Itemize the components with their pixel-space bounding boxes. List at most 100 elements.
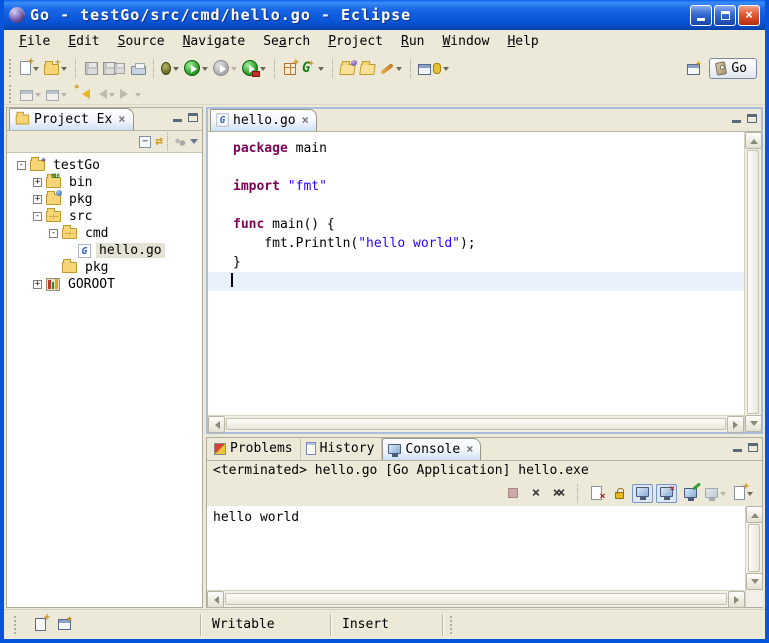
show-stdout-toggle[interactable] bbox=[632, 484, 653, 503]
tree-node-testgo[interactable]: - ◈ testGo bbox=[11, 157, 202, 174]
menu-run[interactable]: Run bbox=[392, 32, 433, 51]
expander-icon[interactable]: + bbox=[33, 195, 42, 204]
view-menu-icon[interactable] bbox=[190, 139, 198, 148]
minimize-view-icon[interactable] bbox=[173, 119, 182, 122]
open-type-button[interactable] bbox=[358, 56, 378, 80]
scroll-left-button[interactable] bbox=[208, 416, 225, 433]
go-perspective-button[interactable]: Go bbox=[709, 58, 757, 79]
search-button[interactable] bbox=[378, 56, 405, 80]
new-go-element-button[interactable]: G+ bbox=[300, 56, 327, 80]
statusbar-grip[interactable] bbox=[14, 616, 18, 634]
close-editor-icon[interactable]: × bbox=[302, 113, 309, 127]
console-vertical-scrollbar[interactable] bbox=[745, 506, 762, 607]
remove-all-terminated-button[interactable]: ×× bbox=[549, 481, 569, 505]
code-editor[interactable]: package main import "fmt" func main() { … bbox=[208, 132, 744, 415]
scroll-left-button[interactable] bbox=[207, 591, 224, 608]
scroll-up-button[interactable] bbox=[746, 506, 763, 523]
fast-view-icon[interactable] bbox=[35, 618, 46, 631]
maximize-editor-icon[interactable] bbox=[747, 114, 757, 123]
trim-annotation-icon[interactable]: ◆ bbox=[58, 619, 71, 630]
external-tools-button[interactable] bbox=[240, 56, 269, 80]
scroll-down-button[interactable] bbox=[746, 573, 763, 590]
save-all-button[interactable] bbox=[101, 56, 128, 80]
editor-vertical-scrollbar[interactable] bbox=[744, 132, 761, 432]
collapse-all-icon[interactable]: − bbox=[139, 136, 151, 148]
next-annotation-button[interactable] bbox=[416, 56, 452, 80]
tree-node-hello-go[interactable]: G hello.go bbox=[11, 242, 202, 259]
maximize-view-icon[interactable] bbox=[188, 113, 198, 122]
scroll-right-button[interactable] bbox=[728, 591, 745, 608]
new-go-project-button[interactable]: + bbox=[280, 56, 300, 80]
tree-node-cmd[interactable]: - cmd bbox=[11, 225, 202, 242]
tab-console[interactable]: Console × bbox=[382, 438, 481, 460]
title-bar[interactable]: Go - testGo/src/cmd/hello.go - Eclipse × bbox=[4, 0, 765, 30]
forward-button[interactable] bbox=[118, 82, 144, 106]
menu-file[interactable]: File bbox=[10, 32, 59, 51]
console-output[interactable]: hello world bbox=[207, 506, 745, 590]
scroll-up-button[interactable] bbox=[745, 132, 762, 149]
minimize-button[interactable] bbox=[690, 5, 712, 26]
tree-node-bin[interactable]: + 010 bin bbox=[11, 174, 202, 191]
scrollbar-thumb[interactable] bbox=[225, 593, 727, 605]
open-console-button[interactable]: + bbox=[732, 481, 756, 505]
open-perspective-button[interactable]: + bbox=[683, 56, 703, 80]
tab-project-explorer[interactable]: Project Ex × bbox=[9, 108, 134, 130]
show-stderr-toggle[interactable]: × bbox=[656, 484, 677, 503]
editor-horizontal-scrollbar[interactable] bbox=[208, 415, 744, 432]
tree-node-src[interactable]: - src bbox=[11, 208, 202, 225]
run-button[interactable] bbox=[182, 56, 211, 80]
menu-help[interactable]: Help bbox=[498, 32, 547, 51]
maximize-console-icon[interactable] bbox=[748, 443, 758, 452]
run-history-button[interactable] bbox=[211, 56, 240, 80]
display-selected-console-button[interactable] bbox=[703, 481, 729, 505]
clear-console-button[interactable]: × bbox=[586, 481, 606, 505]
view-filter-icon[interactable] bbox=[174, 137, 186, 147]
last-edit-location-button[interactable]: * bbox=[70, 82, 92, 106]
open-resource-button[interactable] bbox=[338, 56, 358, 80]
back-button[interactable] bbox=[92, 82, 118, 106]
statusbar-grip[interactable] bbox=[450, 616, 454, 634]
menu-window[interactable]: Window bbox=[433, 32, 498, 51]
new-resource-button[interactable]: + bbox=[42, 56, 70, 80]
scrollbar-thumb[interactable] bbox=[226, 418, 726, 430]
close-button[interactable]: × bbox=[738, 5, 760, 26]
scroll-lock-button[interactable] bbox=[609, 481, 629, 505]
expander-icon[interactable]: + bbox=[33, 178, 42, 187]
forward-annotation-button[interactable] bbox=[44, 82, 70, 106]
expander-icon[interactable]: + bbox=[33, 280, 42, 289]
tree-node-pkg[interactable]: + pkg bbox=[11, 191, 202, 208]
menu-edit[interactable]: Edit bbox=[59, 32, 108, 51]
print-button[interactable] bbox=[128, 56, 148, 80]
debug-button[interactable] bbox=[159, 56, 182, 80]
close-view-icon[interactable]: × bbox=[118, 112, 125, 126]
expander-icon[interactable]: - bbox=[33, 212, 42, 221]
tab-history[interactable]: History bbox=[301, 438, 383, 460]
new-wizard-button[interactable]: + bbox=[18, 56, 42, 80]
scroll-down-button[interactable] bbox=[745, 415, 762, 432]
scroll-right-button[interactable] bbox=[727, 416, 744, 433]
toolbar-grip[interactable] bbox=[9, 85, 13, 103]
minimize-editor-icon[interactable] bbox=[732, 120, 741, 123]
maximize-button[interactable] bbox=[714, 5, 736, 26]
tree-node-src-pkg[interactable]: pkg bbox=[11, 259, 202, 276]
expander-icon[interactable]: - bbox=[49, 229, 58, 238]
console-horizontal-scrollbar[interactable] bbox=[207, 590, 745, 607]
scrollbar-thumb[interactable] bbox=[748, 524, 760, 572]
menu-navigate[interactable]: Navigate bbox=[174, 32, 255, 51]
toolbar-grip[interactable] bbox=[9, 59, 13, 77]
back-annotation-button[interactable] bbox=[18, 82, 44, 106]
scrollbar-thumb[interactable] bbox=[747, 150, 759, 414]
link-with-editor-icon[interactable]: ⇄ bbox=[155, 134, 161, 149]
remove-launch-button[interactable]: × bbox=[526, 481, 546, 505]
close-console-icon[interactable]: × bbox=[466, 442, 473, 456]
menu-search[interactable]: Search bbox=[254, 32, 319, 51]
minimize-console-icon[interactable] bbox=[733, 449, 742, 452]
menu-source[interactable]: Source bbox=[109, 32, 174, 51]
save-button[interactable] bbox=[81, 56, 101, 80]
tab-hello-go[interactable]: G hello.go × bbox=[210, 109, 317, 131]
menu-project[interactable]: Project bbox=[319, 32, 392, 51]
tab-problems[interactable]: Problems bbox=[209, 438, 301, 460]
pin-console-button[interactable] bbox=[680, 481, 700, 505]
terminate-button[interactable] bbox=[503, 481, 523, 505]
expander-icon[interactable]: - bbox=[17, 161, 26, 170]
